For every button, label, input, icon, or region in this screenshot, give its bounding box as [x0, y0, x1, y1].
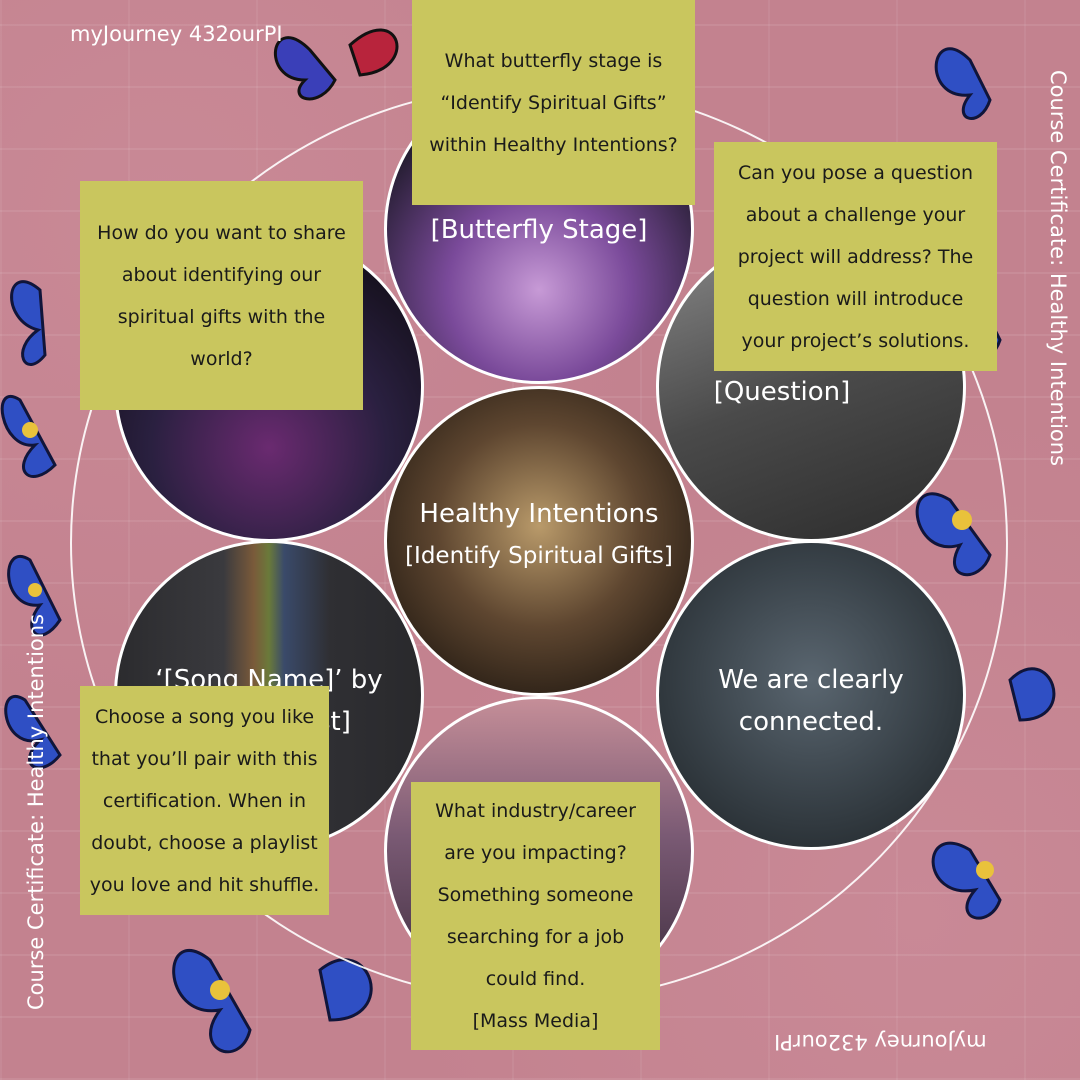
butterfly-stage-label: [Butterfly Stage] — [430, 215, 648, 245]
note-song-prompt: Choose a song you like that you’ll pair … — [80, 686, 329, 915]
connected-label-line-1: We are clearly — [718, 665, 904, 695]
brand-bottom-right: myJourney 432ourPI — [774, 1030, 987, 1054]
center-title: Healthy Intentions — [419, 499, 659, 529]
connected-label-line-2: connected. — [738, 707, 884, 737]
butterfly-decoration-top — [273, 28, 399, 101]
circle-center-healthy-intentions: Healthy Intentions [Identify Spiritual G… — [384, 386, 694, 696]
question-label: [Question] — [713, 377, 851, 407]
side-label-right: Course Certificate: Healthy Intentions — [1046, 70, 1070, 467]
circle-bottom-right-connected: We are clearly connected. — [656, 540, 966, 850]
brand-top-left: myJourney 432ourPI — [70, 22, 283, 46]
note-industry-prompt: What industry/career are you impacting? … — [411, 782, 660, 1050]
note-question-prompt: Can you pose a question about a challeng… — [714, 142, 997, 371]
side-label-left: Course Certificate: Healthy Intentions — [24, 613, 48, 1010]
note-share-prompt: How do you want to share about identifyi… — [80, 181, 363, 410]
center-subtitle: [Identify Spiritual Gifts] — [405, 543, 673, 569]
certificate-canvas: [Butterfly Stage] [Question] Healthy Int… — [0, 0, 1080, 1080]
note-butterfly-stage-prompt: What butterfly stage is “Identify Spirit… — [412, 0, 695, 205]
